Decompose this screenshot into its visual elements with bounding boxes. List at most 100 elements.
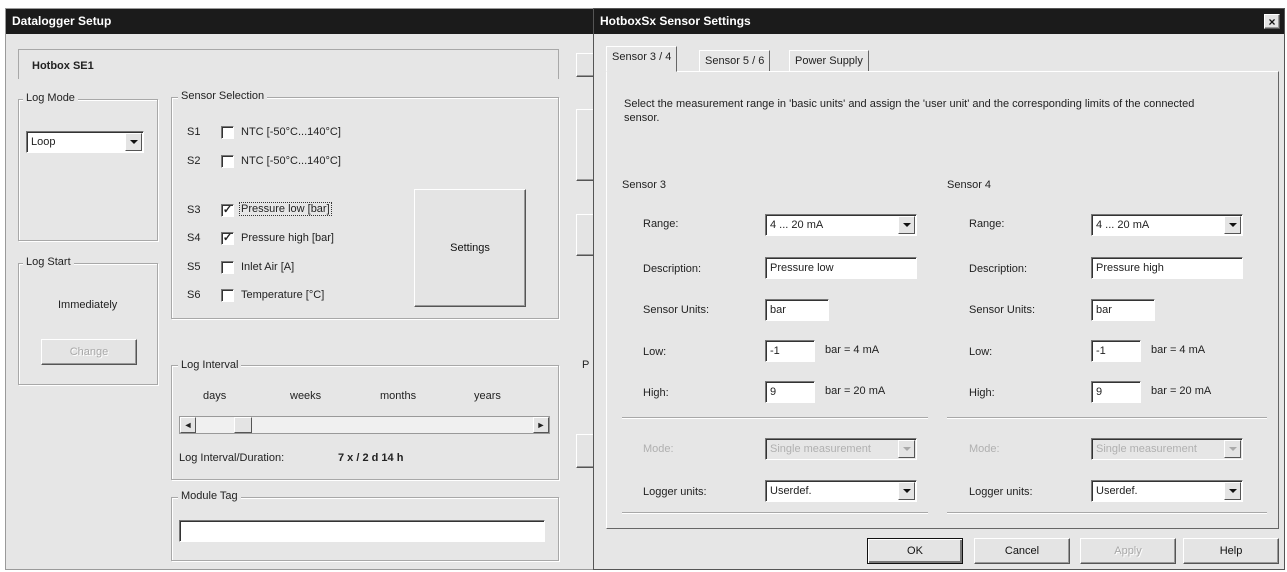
sensor-id: S3	[187, 204, 201, 216]
sensor-settings-window: HotboxSx Sensor Settings × Sensor 3 / 4 …	[593, 8, 1285, 570]
tab-panel: Select the measurement range in 'basic u…	[606, 71, 1279, 529]
log-mode-value: Loop	[31, 136, 56, 148]
sensor-3-bottom-divider	[622, 512, 928, 514]
scroll-right-icon[interactable]: ►	[533, 417, 549, 433]
sensor-3-range-select[interactable]: 4 ... 20 mA	[765, 214, 917, 236]
chevron-down-icon[interactable]	[1224, 216, 1241, 234]
chevron-down-icon[interactable]	[898, 216, 915, 234]
sensor-3-range-value: 4 ... 20 mA	[770, 219, 824, 231]
sensor-4-range-select[interactable]: 4 ... 20 mA	[1091, 214, 1243, 236]
sensor-4-logger-units-select[interactable]: Userdef.	[1091, 480, 1243, 502]
sensor-3-high-input[interactable]: 9	[765, 381, 815, 403]
logger-units-label: Logger units:	[643, 486, 707, 498]
sensor-checkbox-s4[interactable]: ✓	[221, 232, 234, 245]
settings-button-label: Settings	[450, 242, 490, 254]
sensor-4-description-input[interactable]: Pressure high	[1091, 257, 1243, 279]
ok-button[interactable]: OK	[867, 538, 963, 564]
sensor-4-bottom-divider	[947, 512, 1267, 514]
sensor-checkbox-s6[interactable]	[221, 289, 234, 302]
sensor-3-high-suffix: bar = 20 mA	[825, 385, 886, 397]
module-tag-input[interactable]	[179, 520, 545, 542]
sensor-units-label: Sensor Units:	[969, 304, 1036, 316]
sensor-checkbox-s1[interactable]	[221, 126, 234, 139]
high-label: High:	[969, 387, 995, 399]
instructions-text: Select the measurement range in 'basic u…	[624, 98, 1195, 124]
sensor-4-low-input[interactable]: -1	[1091, 340, 1141, 362]
log-interval-scrollbar[interactable]: ◄ ►	[179, 416, 550, 434]
settings-button[interactable]: Settings	[414, 189, 526, 307]
cancel-button[interactable]: Cancel	[974, 538, 1070, 564]
sensor-3-divider	[622, 417, 928, 419]
sensor-3-logger-units-value: Userdef.	[770, 485, 812, 497]
device-tab[interactable]: Hotbox SE1	[18, 49, 559, 79]
tab-power-supply[interactable]: Power Supply	[789, 50, 869, 72]
log-mode-label: Log Mode	[23, 92, 78, 104]
low-label: Low:	[643, 346, 667, 358]
chevron-down-icon[interactable]	[898, 482, 915, 500]
low-label: Low:	[969, 346, 993, 358]
datalogger-setup-window: Datalogger Setup Hotbox SE1 P Log Mode L…	[5, 8, 606, 570]
device-tab-label: Hotbox SE1	[32, 60, 94, 72]
sensor-4-high-input[interactable]: 9	[1091, 381, 1141, 403]
datalogger-title: Datalogger Setup	[6, 9, 604, 34]
sensor-id: S6	[187, 289, 201, 301]
close-icon[interactable]: ×	[1264, 14, 1280, 29]
sensor-id: S4	[187, 232, 201, 244]
apply-button[interactable]: Apply	[1080, 538, 1176, 564]
chevron-down-icon	[1224, 440, 1241, 458]
change-button-label: Change	[69, 346, 109, 358]
sensor-4-units-input[interactable]: bar	[1091, 299, 1155, 321]
sensor-3-low-input[interactable]: -1	[765, 340, 815, 362]
range-label: Range:	[643, 218, 679, 230]
tab-sensor-5-6-label: Sensor 5 / 6	[705, 55, 765, 67]
duration-label: Log Interval/Duration:	[179, 452, 285, 464]
sensor-3-units-input[interactable]: bar	[765, 299, 829, 321]
sensor-3-logger-units-select[interactable]: Userdef.	[765, 480, 917, 502]
ok-button-label: OK	[907, 545, 923, 557]
sensor-name: Temperature [°C]	[241, 289, 325, 301]
mode-label: Mode:	[969, 443, 1000, 455]
log-start-label: Log Start	[23, 256, 74, 268]
logger-units-label: Logger units:	[969, 486, 1033, 498]
chevron-down-icon[interactable]	[1224, 482, 1241, 500]
help-button[interactable]: Help	[1183, 538, 1279, 564]
description-label: Description:	[643, 263, 702, 275]
chevron-down-icon[interactable]	[125, 133, 142, 151]
sensor-selection-label: Sensor Selection	[178, 90, 268, 102]
sensor-checkbox-s3[interactable]: ✓	[221, 204, 234, 217]
sensor-name: NTC [-50°C...140°C]	[241, 155, 341, 167]
tab-sensor-3-4-label: Sensor 3 / 4	[612, 51, 672, 63]
sensor-checkbox-s2[interactable]	[221, 155, 234, 168]
scale-years: years	[474, 390, 501, 402]
tab-sensor-3-4[interactable]: Sensor 3 / 4	[606, 46, 678, 72]
sensor-name: Inlet Air [A]	[241, 261, 295, 273]
partial-label: P	[582, 359, 590, 371]
scroll-thumb[interactable]	[234, 417, 252, 433]
sensor-units-label: Sensor Units:	[643, 304, 710, 316]
sensor-4-mode-select: Single measurement	[1091, 438, 1243, 460]
sensor-4-range-value: 4 ... 20 mA	[1096, 219, 1150, 231]
log-mode-select[interactable]: Loop	[26, 131, 144, 153]
sensor-checkbox-s5[interactable]	[221, 261, 234, 274]
sensor-3-low-suffix: bar = 4 mA	[825, 344, 880, 356]
help-button-label: Help	[1219, 545, 1243, 557]
description-label: Description:	[969, 263, 1028, 275]
apply-button-label: Apply	[1114, 545, 1142, 557]
sensor-id: S5	[187, 261, 201, 273]
log-mode-group	[18, 99, 158, 241]
sensor-3-mode-value: Single measurement	[770, 443, 871, 455]
sensor-4-logger-units-value: Userdef.	[1096, 485, 1138, 497]
scroll-left-icon[interactable]: ◄	[180, 417, 196, 433]
tab-power-supply-label: Power Supply	[795, 55, 863, 67]
sensor-4-title: Sensor 4	[947, 179, 992, 191]
sensor-3-mode-select: Single measurement	[765, 438, 917, 460]
cancel-button-label: Cancel	[1004, 545, 1040, 557]
log-interval-label: Log Interval	[178, 359, 242, 371]
change-button[interactable]: Change	[41, 339, 137, 365]
sensor-3-description-input[interactable]: Pressure low	[765, 257, 917, 279]
scale-months: months	[380, 390, 417, 402]
sensor-4-high-suffix: bar = 20 mA	[1151, 385, 1212, 397]
sensor-4-low-suffix: bar = 4 mA	[1151, 344, 1206, 356]
scale-weeks: weeks	[290, 390, 322, 402]
tab-sensor-5-6[interactable]: Sensor 5 / 6	[699, 50, 771, 72]
